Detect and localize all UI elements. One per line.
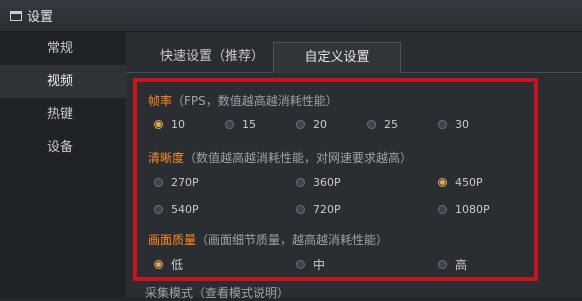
- tab-custom-settings[interactable]: 自定义设置: [273, 42, 401, 73]
- radio-icon: [154, 178, 163, 187]
- radio-selected-icon: [154, 120, 163, 129]
- capture-label: 采集模式: [145, 286, 194, 300]
- resolution-option-540p[interactable]: 540P: [154, 203, 199, 216]
- quality-hint: （画面细节质量，越高越消耗性能）: [196, 233, 389, 247]
- quality-option-high[interactable]: 高: [438, 256, 467, 273]
- quality-option-low[interactable]: 低: [154, 256, 183, 273]
- sidebar-item-video[interactable]: 视频: [0, 65, 126, 98]
- resolution-section-title: 清晰度（数值越高越消耗性能，对网速要求越高）: [148, 149, 412, 166]
- quality-option-medium[interactable]: 中: [296, 256, 325, 273]
- framerate-section-title: 帧率（FPS，数值越高越消耗性能）: [148, 92, 338, 109]
- framerate-option-10[interactable]: 10: [154, 118, 185, 131]
- capture-section-title: 采集模式（查看模式说明）: [145, 284, 289, 301]
- framerate-hint: （FPS，数值越高越消耗性能）: [172, 94, 338, 108]
- framerate-option-25[interactable]: 25: [367, 118, 398, 131]
- radio-icon: [296, 178, 305, 187]
- settings-tabs: 快速设置（推荐） 自定义设置: [126, 42, 582, 73]
- settings-sidebar: 常规 视频 热键 设备: [0, 32, 126, 297]
- radio-icon: [225, 120, 234, 129]
- framerate-option-20[interactable]: 20: [296, 118, 327, 131]
- sidebar-item-general[interactable]: 常规: [0, 32, 126, 65]
- sidebar-item-devices[interactable]: 设备: [0, 131, 126, 164]
- window-title: 设置: [27, 10, 54, 25]
- radio-selected-icon: [438, 178, 447, 187]
- quality-label: 画面质量: [148, 233, 197, 247]
- capture-hint-link[interactable]: （查看模式说明）: [193, 286, 289, 300]
- radio-icon: [296, 260, 305, 269]
- resolution-hint: （数值越高越消耗性能，对网速要求越高）: [184, 151, 413, 165]
- window-icon: [10, 10, 22, 21]
- resolution-option-270p[interactable]: 270P: [154, 176, 199, 189]
- resolution-label: 清晰度: [148, 151, 185, 165]
- resolution-option-1080p[interactable]: 1080P: [438, 203, 490, 216]
- resolution-option-360p[interactable]: 360P: [296, 176, 341, 189]
- radio-icon: [296, 205, 305, 214]
- title-bar: 设置: [0, 0, 582, 32]
- framerate-option-15[interactable]: 15: [225, 118, 256, 131]
- resolution-option-720p[interactable]: 720P: [296, 203, 341, 216]
- framerate-label: 帧率: [148, 94, 173, 108]
- tab-quick-settings[interactable]: 快速设置（推荐）: [160, 42, 284, 72]
- resolution-option-450p[interactable]: 450P: [438, 176, 483, 189]
- sidebar-item-hotkeys[interactable]: 热键: [0, 98, 126, 131]
- radio-icon: [296, 120, 305, 129]
- radio-selected-icon: [154, 260, 163, 269]
- radio-icon: [438, 260, 447, 269]
- radio-icon: [367, 120, 376, 129]
- radio-icon: [438, 205, 447, 214]
- framerate-option-30[interactable]: 30: [438, 118, 469, 131]
- quality-section-title: 画面质量（画面细节质量，越高越消耗性能）: [148, 231, 388, 248]
- radio-icon: [154, 205, 163, 214]
- radio-icon: [438, 120, 447, 129]
